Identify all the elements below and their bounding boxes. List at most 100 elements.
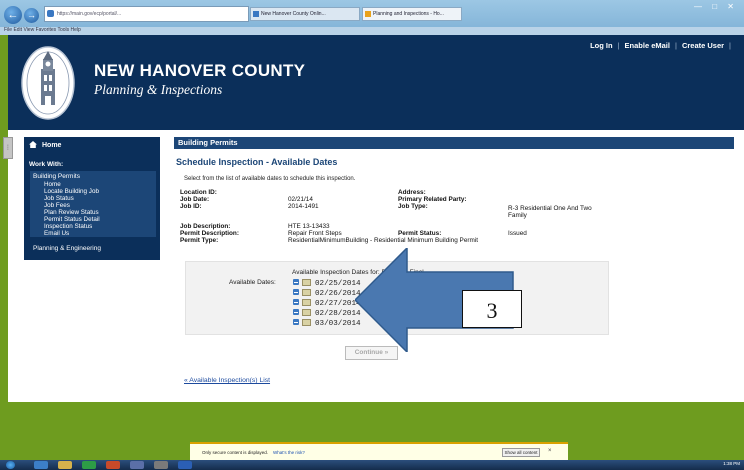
sidebar-item-inspection-status[interactable]: Inspection Status [44, 223, 92, 230]
job-id-label: Job ID: [180, 203, 202, 210]
job-description-label: Job Description: [180, 223, 231, 230]
close-icon[interactable]: × [548, 448, 552, 454]
date-item[interactable]: 03/03/2014 [293, 319, 361, 328]
available-inspections-link[interactable]: « Available Inspection(s) List [184, 377, 270, 384]
browser-toolbar: ← → https://main.gov/ecp/portal/... New … [0, 0, 744, 35]
job-description-value: HTE 13-13433 [288, 223, 330, 230]
tab-planning-inspections[interactable]: Planning and Inspections - Ho... [362, 7, 462, 21]
primary-party-label: Primary Related Party: [398, 196, 467, 203]
sidebar-item-job-fees[interactable]: Job Fees [44, 202, 70, 209]
intro-text: Select from the list of available dates … [184, 176, 356, 182]
panel-header: Building Permits [174, 137, 734, 149]
sidebar-item-locate-building-job[interactable]: Locate Building Job [44, 188, 99, 195]
show-all-content-button[interactable]: Show all content [502, 448, 540, 457]
window-controls[interactable]: — □ ✕ [694, 2, 738, 11]
location-id-label: Location ID: [180, 189, 217, 196]
expand-icon[interactable] [293, 279, 299, 285]
windows-taskbar: 1:38 PM [0, 460, 744, 470]
ie-taskbar-icon[interactable] [34, 461, 48, 469]
app-taskbar-icon[interactable] [130, 461, 144, 469]
notification-text: Only secure content is displayed. What's … [202, 450, 305, 455]
date-label[interactable]: 02/26/2014 [315, 290, 361, 298]
home-icon [29, 141, 37, 148]
sidebar-item-permit-status-detail[interactable]: Permit Status Detail [44, 216, 100, 223]
address-label: Address: [398, 189, 426, 196]
sidebar-item-email-us[interactable]: Email Us [44, 230, 69, 237]
tab-hanover-county[interactable]: New Hanover County Onlin... [250, 7, 360, 21]
expand-icon[interactable] [293, 299, 299, 305]
job-type-label: Job Type: [398, 203, 428, 210]
sidebar-section-building-permits: Building Permits Home Locate Building Jo… [30, 171, 156, 237]
expand-icon[interactable] [293, 319, 299, 325]
favicon-icon [253, 11, 259, 17]
security-notification-bar: Only secure content is displayed. What's … [190, 442, 568, 460]
forward-button[interactable]: → [24, 8, 39, 23]
job-type-value-cont: Family [508, 212, 527, 219]
back-button[interactable]: ← [4, 6, 22, 24]
sidebar-home-label: Home [42, 142, 62, 149]
date-label[interactable]: 02/25/2014 [315, 280, 361, 288]
date-label[interactable]: 02/27/2014 [315, 300, 361, 308]
site-header: NEW HANOVER COUNTY Planning & Inspection… [8, 35, 744, 130]
date-item[interactable]: 02/28/2014 [293, 309, 361, 318]
screenshot-frame: ← → https://main.gov/ecp/portal/... New … [0, 0, 744, 470]
expand-icon[interactable] [293, 289, 299, 295]
permit-description-value: Repair Front Steps [288, 230, 342, 237]
job-type-value: R-3 Residential One And Two [508, 205, 592, 212]
job-date-value: 02/21/14 [288, 196, 313, 203]
sidebar: Home Work With: Building Permits Home Lo… [24, 137, 160, 260]
sidebar-item-planning-engineering[interactable]: Planning & Engineering [33, 245, 101, 252]
address-bar[interactable]: https://main.gov/ecp/portal/... [44, 6, 249, 22]
taskbar-clock: 1:38 PM [723, 461, 740, 466]
app-taskbar-icon[interactable] [82, 461, 96, 469]
sidebar-item-home[interactable]: Home [44, 181, 61, 188]
collapse-panel-handle[interactable]: ⋮ [3, 137, 13, 159]
create-user-link[interactable]: Create User [682, 41, 724, 50]
whats-the-risk-link[interactable]: What's the risk? [273, 450, 305, 455]
sidebar-home[interactable]: Home [29, 141, 61, 149]
app-taskbar-icon[interactable] [106, 461, 120, 469]
date-item[interactable]: 02/26/2014 [293, 289, 361, 298]
date-label[interactable]: 03/03/2014 [315, 320, 361, 328]
annotation-number-box: 3 [462, 290, 522, 328]
favicon-icon [365, 11, 371, 17]
site-subtitle: Planning & Inspections [94, 82, 223, 97]
sidebar-item-building-permits[interactable]: Building Permits [33, 173, 80, 180]
date-item[interactable]: 02/25/2014 [293, 279, 361, 288]
site-title: NEW HANOVER COUNTY [94, 61, 306, 80]
tab-label: New Hanover County Onlin... [261, 11, 326, 17]
permit-type-value: ResidentialMinimumBuilding - Residential… [288, 237, 479, 244]
sidebar-item-job-status[interactable]: Job Status [44, 195, 74, 202]
sidebar-work-with-heading: Work With: [29, 161, 64, 168]
permit-description-label: Permit Description: [180, 230, 239, 237]
enable-email-link[interactable]: Enable eMail [625, 41, 670, 50]
start-button-icon[interactable] [6, 461, 15, 469]
folder-icon [302, 279, 311, 286]
word-taskbar-icon[interactable] [178, 461, 192, 469]
app-taskbar-icon[interactable] [154, 461, 168, 469]
page-title: Schedule Inspection - Available Dates [176, 157, 338, 167]
permit-status-value: Issued [508, 230, 527, 237]
date-item[interactable]: 02/27/2014 [293, 299, 361, 308]
county-seal-logo [21, 46, 75, 120]
folder-icon [302, 299, 311, 306]
folder-icon [302, 289, 311, 296]
top-links: Log In | Enable eMail | Create User | [590, 41, 731, 50]
explorer-taskbar-icon[interactable] [58, 461, 72, 469]
available-dates-label: Available Dates: [229, 279, 276, 286]
notification-message: Only secure content is displayed. [202, 450, 269, 455]
job-id-value: 2014-1491 [288, 203, 319, 210]
lock-icon [47, 10, 54, 17]
permit-status-label: Permit Status: [398, 230, 442, 237]
folder-icon [302, 319, 311, 326]
date-label[interactable]: 02/28/2014 [315, 310, 361, 318]
sidebar-item-plan-review-status[interactable]: Plan Review Status [44, 209, 99, 216]
tab-label: Planning and Inspections - Ho... [373, 11, 444, 17]
browser-menu-bar[interactable]: File Edit View Favorites Tools Help [0, 27, 744, 35]
permit-type-label: Permit Type: [180, 237, 219, 244]
expand-icon[interactable] [293, 309, 299, 315]
login-link[interactable]: Log In [590, 41, 613, 50]
job-date-label: Job Date: [180, 196, 210, 203]
folder-icon [302, 309, 311, 316]
address-text: https://main.gov/ecp/portal/... [57, 11, 122, 17]
